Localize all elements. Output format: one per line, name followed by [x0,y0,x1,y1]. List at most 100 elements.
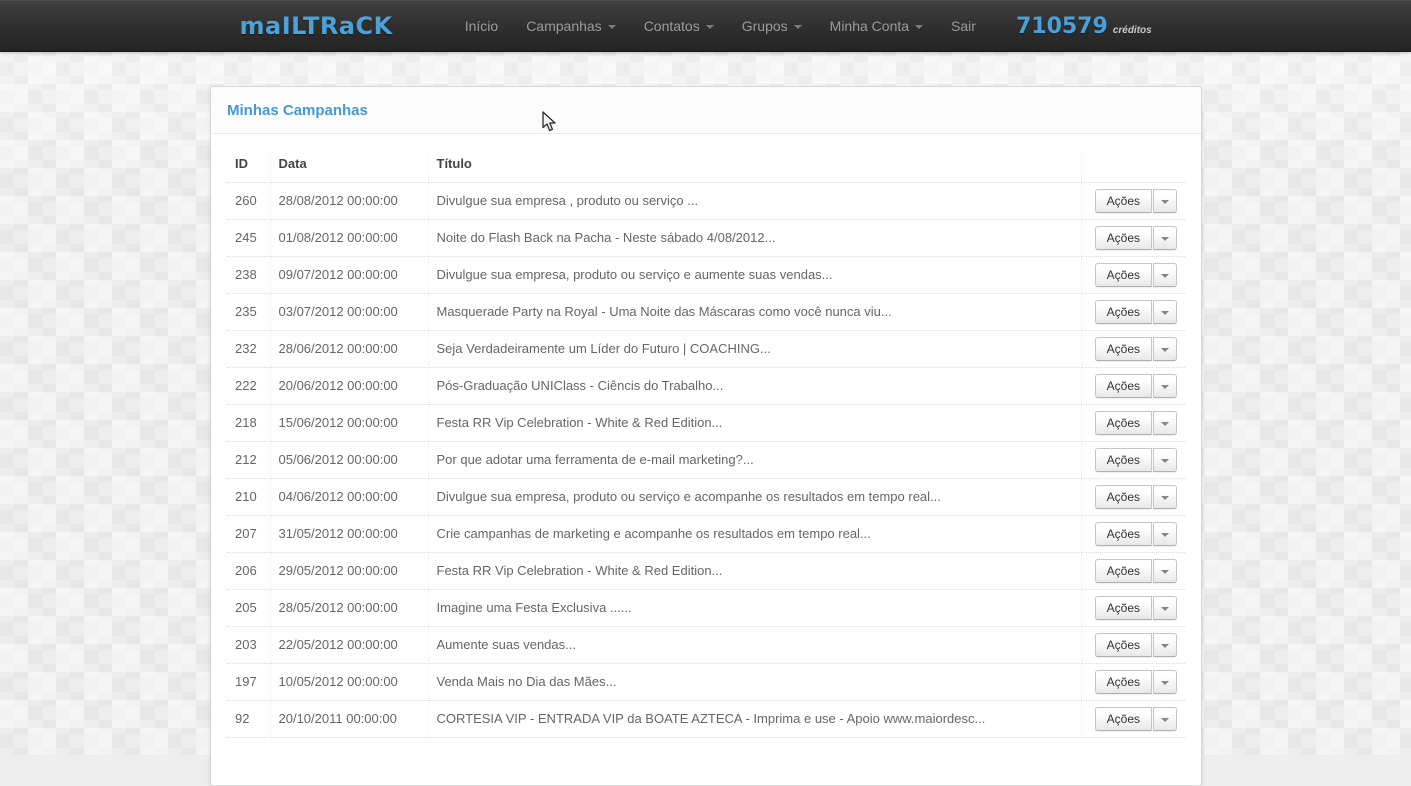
campaign-title-cell: Imagine uma Festa Exclusiva ...... [428,590,1081,627]
campaign-id-cell: 218 [227,405,270,442]
actions-button[interactable]: Ações [1095,633,1152,657]
actions-caret-button[interactable] [1153,707,1177,731]
table-row: 21205/06/2012 00:00:00Por que adotar uma… [227,442,1185,479]
chevron-down-icon [794,25,802,29]
campaign-date-cell: 09/07/2012 00:00:00 [270,257,428,294]
campaign-id-cell: 203 [227,627,270,664]
actions-button[interactable]: Ações [1095,411,1152,435]
actions-split-button: Ações [1095,485,1177,509]
campaign-actions-cell: Ações [1081,442,1185,479]
campaign-id-cell: 207 [227,516,270,553]
actions-caret-button[interactable] [1153,522,1177,546]
caret-down-icon [1161,459,1169,463]
nav-item-grupos[interactable]: Grupos [728,0,816,52]
caret-down-icon [1161,385,1169,389]
table-row: 21004/06/2012 00:00:00Divulgue sua empre… [227,479,1185,516]
nav-item-label: Início [465,18,498,34]
table-row: 22220/06/2012 00:00:00Pós-Graduação UNIC… [227,368,1185,405]
actions-caret-button[interactable] [1153,337,1177,361]
actions-button[interactable]: Ações [1095,189,1152,213]
actions-split-button: Ações [1095,448,1177,472]
nav-item-label: Campanhas [526,18,602,34]
campaign-title-cell: Crie campanhas de marketing e acompanhe … [428,516,1081,553]
col-header-data: Data [270,152,428,183]
nav-item-sair[interactable]: Sair [937,0,990,52]
campaign-actions-cell: Ações [1081,664,1185,701]
actions-button[interactable]: Ações [1095,707,1152,731]
actions-button[interactable]: Ações [1095,263,1152,287]
campaign-title-cell: Aumente suas vendas... [428,627,1081,664]
campaign-date-cell: 10/05/2012 00:00:00 [270,664,428,701]
table-row: 20731/05/2012 00:00:00Crie campanhas de … [227,516,1185,553]
actions-button[interactable]: Ações [1095,226,1152,250]
campaign-id-cell: 206 [227,553,270,590]
campaign-date-cell: 05/06/2012 00:00:00 [270,442,428,479]
actions-split-button: Ações [1095,226,1177,250]
nav-item-campanhas[interactable]: Campanhas [512,0,630,52]
campaign-date-cell: 31/05/2012 00:00:00 [270,516,428,553]
actions-button[interactable]: Ações [1095,522,1152,546]
mailtrack-logo[interactable]: maILTRaCK [240,12,393,40]
col-header-titulo: Título [428,152,1081,183]
actions-caret-button[interactable] [1153,670,1177,694]
actions-caret-button[interactable] [1153,263,1177,287]
actions-caret-button[interactable] [1153,596,1177,620]
campaign-actions-cell: Ações [1081,368,1185,405]
caret-down-icon [1161,274,1169,278]
table-row: 20629/05/2012 00:00:00Festa RR Vip Celeb… [227,553,1185,590]
actions-split-button: Ações [1095,337,1177,361]
campaign-id-cell: 197 [227,664,270,701]
nav-item-label: Sair [951,18,976,34]
campaign-date-cell: 15/06/2012 00:00:00 [270,405,428,442]
actions-caret-button[interactable] [1153,226,1177,250]
actions-caret-button[interactable] [1153,300,1177,324]
actions-button[interactable]: Ações [1095,559,1152,583]
actions-split-button: Ações [1095,559,1177,583]
campaign-date-cell: 28/06/2012 00:00:00 [270,331,428,368]
actions-button[interactable]: Ações [1095,374,1152,398]
actions-caret-button[interactable] [1153,485,1177,509]
actions-caret-button[interactable] [1153,189,1177,213]
campaign-title-cell: Por que adotar uma ferramenta de e-mail … [428,442,1081,479]
campaigns-card: Minhas Campanhas ID Data Título 26028/08… [210,86,1202,786]
actions-split-button: Ações [1095,596,1177,620]
page-title: Minhas Campanhas [227,102,1185,119]
nav-item-minha-conta[interactable]: Minha Conta [816,0,937,52]
navbar-inner: maILTRaCK Início Campanhas Contatos GruposM… [210,0,1202,52]
caret-down-icon [1161,237,1169,241]
actions-caret-button[interactable] [1153,633,1177,657]
nav-item-inicio[interactable]: Início [451,0,512,52]
credits-value: 710579 [1016,14,1108,39]
credits-label: créditos [1113,25,1152,36]
top-navbar: maILTRaCK Início Campanhas Contatos GruposM… [0,0,1411,52]
campaign-actions-cell: Ações [1081,553,1185,590]
table-row: 24501/08/2012 00:00:00Noite do Flash Bac… [227,220,1185,257]
actions-split-button: Ações [1095,411,1177,435]
actions-split-button: Ações [1095,300,1177,324]
col-header-actions [1081,152,1185,183]
campaign-date-cell: 04/06/2012 00:00:00 [270,479,428,516]
actions-button[interactable]: Ações [1095,670,1152,694]
table-row: 23809/07/2012 00:00:00Divulgue sua empre… [227,257,1185,294]
actions-caret-button[interactable] [1153,448,1177,472]
campaign-id-cell: 235 [227,294,270,331]
actions-button[interactable]: Ações [1095,300,1152,324]
campaign-title-cell: Festa RR Vip Celebration - White & Red E… [428,405,1081,442]
actions-caret-button[interactable] [1153,559,1177,583]
nav-item-contatos[interactable]: Contatos [630,0,728,52]
actions-button[interactable]: Ações [1095,485,1152,509]
caret-down-icon [1161,681,1169,685]
table-row: 20322/05/2012 00:00:00Aumente suas venda… [227,627,1185,664]
actions-button[interactable]: Ações [1095,337,1152,361]
actions-caret-button[interactable] [1153,374,1177,398]
campaign-id-cell: 260 [227,183,270,220]
campaign-title-cell: Masquerade Party na Royal - Uma Noite da… [428,294,1081,331]
campaign-id-cell: 92 [227,701,270,738]
campaign-date-cell: 03/07/2012 00:00:00 [270,294,428,331]
actions-button[interactable]: Ações [1095,448,1152,472]
campaign-title-cell: CORTESIA VIP - ENTRADA VIP da BOATE AZTE… [428,701,1081,738]
actions-button[interactable]: Ações [1095,596,1152,620]
campaign-id-cell: 205 [227,590,270,627]
actions-caret-button[interactable] [1153,411,1177,435]
nav-item-label: Contatos [644,18,700,34]
